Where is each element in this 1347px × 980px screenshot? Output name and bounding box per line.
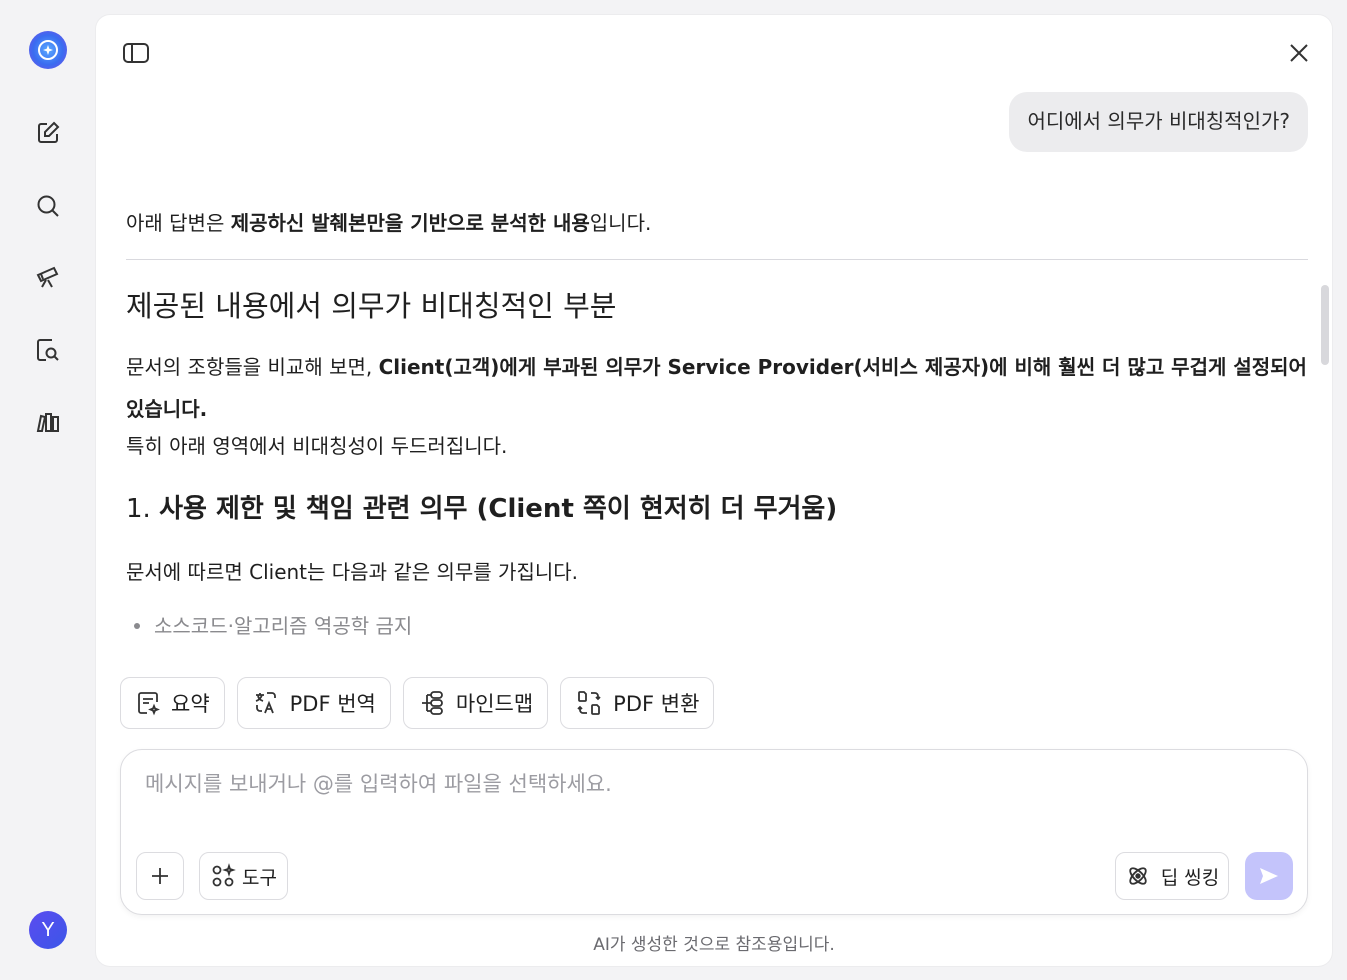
telescope-icon[interactable] — [28, 256, 68, 296]
section-heading: 1. 사용 제한 및 책임 관련 의무 (Client 쪽이 현저히 더 무거움… — [126, 494, 838, 524]
tools-button[interactable]: 도구 — [199, 852, 288, 900]
message-input[interactable] — [145, 772, 1245, 796]
convert-icon — [577, 691, 601, 715]
quick-actions: 요약 PDF 번역 마인드맵 PDF 변환 — [120, 677, 715, 729]
doc-search-icon[interactable] — [28, 330, 68, 370]
tools-icon — [212, 863, 236, 887]
atom-icon — [1129, 867, 1147, 885]
sidebar-toggle-icon[interactable] — [118, 35, 154, 71]
pdf-translate-button[interactable]: PDF 번역 — [236, 677, 391, 729]
answer-paragraph-3: 문서에 따르면 Client는 다음과 같은 의무를 가집니다. — [126, 560, 579, 584]
summary-button[interactable]: 요약 — [120, 677, 225, 729]
deep-thinking-button[interactable]: 딥 씽킹 — [1115, 852, 1229, 900]
message-composer: 도구 딥 씽킹 — [120, 749, 1308, 915]
ai-disclaimer: AI가 생성한 것으로 참조용입니다. — [593, 935, 835, 955]
answer-heading: 제공된 내용에서 의무가 비대칭적인 부분 — [126, 289, 617, 323]
translate-icon — [255, 692, 276, 714]
send-icon — [1260, 868, 1278, 884]
chat-panel: 어디에서 의무가 비대칭적인가? 아래 답변은 제공하신 발췌본만을 기반으로 … — [96, 15, 1332, 966]
assistant-answer: 아래 답변은 제공하신 발췌본만을 기반으로 분석한 내용입니다. 제공된 내용… — [126, 185, 1308, 655]
left-rail: Y — [0, 0, 96, 980]
bullet-dot — [134, 623, 140, 629]
close-icon[interactable] — [1281, 35, 1317, 71]
mindmap-button[interactable]: 마인드맵 — [402, 677, 549, 729]
new-chat-icon[interactable] — [28, 113, 68, 153]
send-button[interactable] — [1245, 852, 1293, 900]
answer-paragraph-2: 특히 아래 영역에서 비대칭성이 두드러집니다. — [126, 434, 508, 458]
user-message-bubble: 어디에서 의무가 비대칭적인가? — [1009, 92, 1308, 152]
add-button[interactable] — [136, 852, 184, 900]
library-icon[interactable] — [28, 402, 68, 442]
divider — [126, 259, 1308, 260]
user-avatar[interactable]: Y — [29, 911, 67, 949]
scrollbar[interactable] — [1321, 285, 1329, 365]
plus-icon — [152, 868, 168, 884]
answer-intro: 아래 답변은 제공하신 발췌본만을 기반으로 분석한 내용입니다. — [126, 211, 652, 235]
pdf-convert-button[interactable]: PDF 변환 — [560, 677, 715, 729]
list-item: 소스코드·알고리즘 역공학 금지 — [126, 610, 1308, 642]
search-icon[interactable] — [28, 186, 68, 226]
mindmap-icon — [421, 691, 443, 715]
answer-paragraph: 문서의 조항들을 비교해 보면, Client(고객)에게 부과된 의무가 Se… — [126, 355, 1307, 421]
app-logo-icon[interactable] — [29, 31, 67, 69]
summary-icon — [138, 692, 160, 716]
